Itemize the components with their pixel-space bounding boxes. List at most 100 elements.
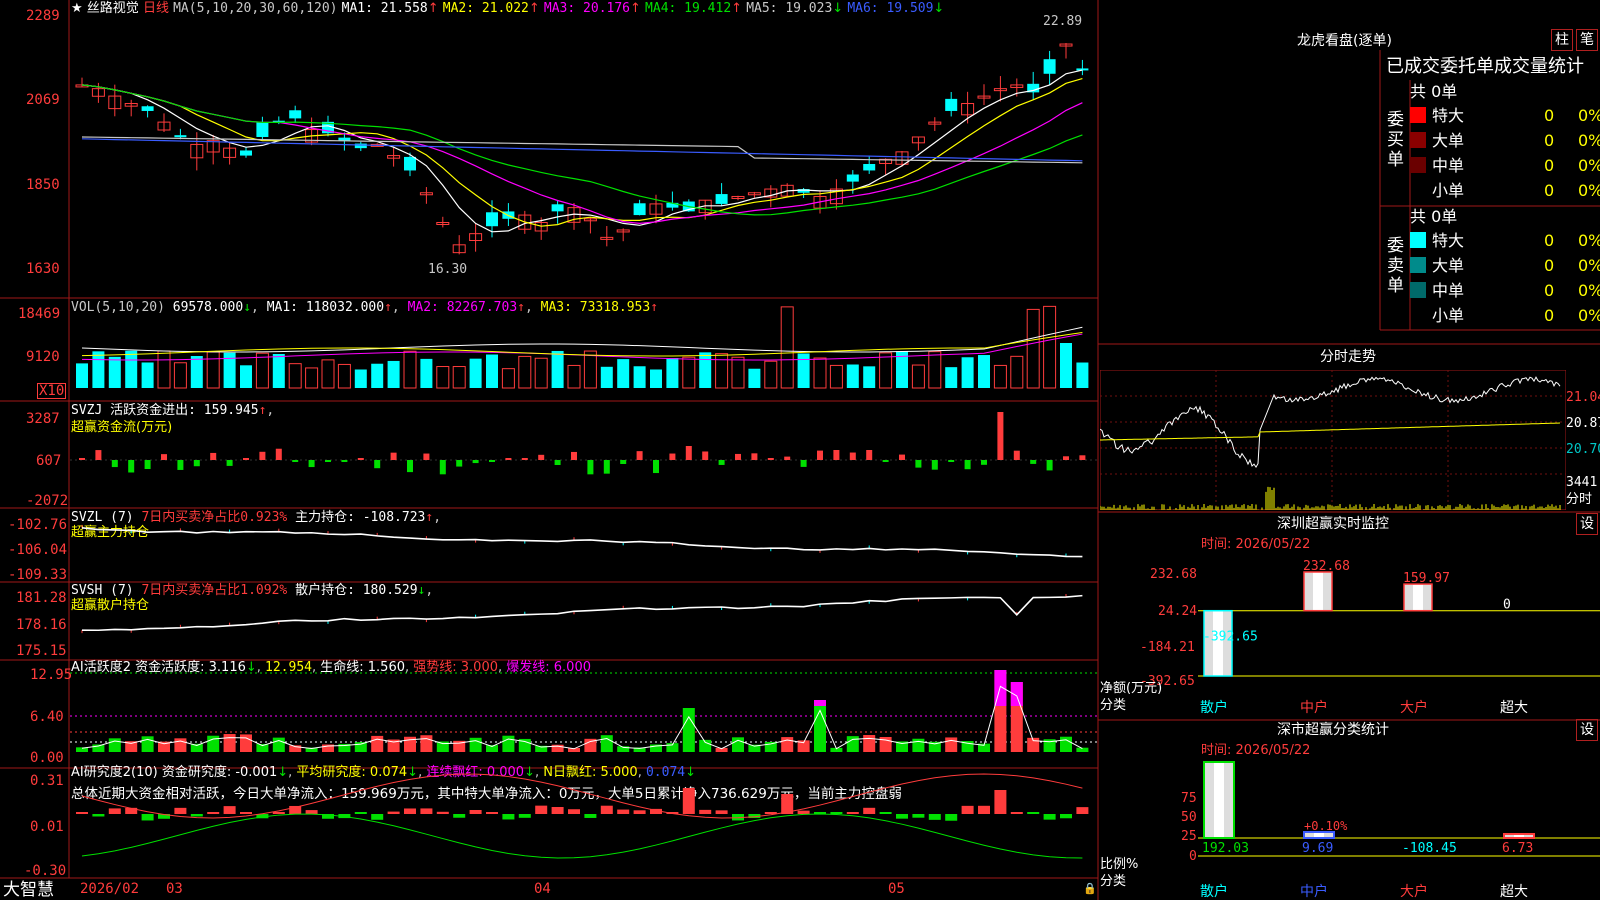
sz-class-axis-2: 50: [1181, 810, 1197, 825]
bar-highlight: [1214, 762, 1224, 838]
volume-bar: [157, 350, 171, 389]
ai-research-bar: [797, 810, 810, 814]
price-axis-3: 1850: [26, 177, 60, 193]
star-icon[interactable]: ★: [71, 1, 83, 16]
ma4-arrow: ↑: [731, 1, 743, 16]
svzj-bar: [784, 456, 791, 460]
volume-bar: [863, 366, 876, 388]
brand-logo[interactable]: 大智慧: [3, 880, 54, 900]
volume-bar: [764, 360, 778, 389]
dragon-subtitle: 已成交委托单成交量统计: [1386, 56, 1584, 77]
svzj-bar: [275, 448, 282, 460]
candle-down: [1043, 59, 1056, 74]
svzj-bar: [1063, 456, 1069, 460]
svzj-bar: [882, 460, 889, 462]
ai-research-bar: [486, 812, 498, 814]
svzj-bar: [161, 454, 167, 460]
volume-bar: [518, 355, 532, 389]
ai-research-axis-2: 0.01: [30, 819, 64, 835]
volume-bar: [321, 359, 335, 389]
sz-class-ylabel: 比例%: [1100, 857, 1139, 872]
ai-research-bar: [76, 812, 88, 814]
volume-bar: [387, 360, 400, 388]
volume-bar: [633, 366, 646, 388]
ai-research-bar: [830, 812, 843, 814]
bar-value-label: -108.45: [1402, 841, 1457, 856]
intraday-chart[interactable]: [1100, 370, 1566, 510]
svzj-bar: [95, 450, 102, 460]
svzj-bar: [636, 451, 643, 460]
svzj-bar: [1013, 450, 1020, 460]
ai-active-bar: [371, 735, 384, 752]
lock-icon[interactable]: 🔒: [1083, 882, 1097, 896]
volume-bar: [92, 351, 105, 388]
intraday-vol-label: 3441: [1566, 475, 1598, 490]
category-label: 超大: [1500, 700, 1528, 716]
bar-top-label: +0.10%: [1304, 819, 1348, 833]
volume-bar: [173, 362, 187, 389]
legend-swatch: [1410, 157, 1426, 173]
vol-unit[interactable]: X10: [37, 383, 67, 399]
volume-bar: [108, 356, 121, 388]
svzj-bar-chart[interactable]: [70, 404, 1098, 508]
volume-bar: [452, 366, 466, 389]
volume-bar: [1060, 343, 1072, 388]
stock-name[interactable]: 丝路视觉: [87, 1, 139, 16]
sz-class-settings-button[interactable]: 设: [1576, 719, 1598, 741]
candle-down: [715, 194, 728, 204]
order-percent: 0%: [1578, 231, 1600, 250]
volume-bar: [928, 351, 942, 389]
svzl-line-chart[interactable]: [70, 510, 1098, 582]
bar-value-label: 159.97: [1403, 571, 1450, 586]
candle-down: [486, 212, 498, 227]
svzj-bar: [292, 460, 299, 462]
volume-bar: [978, 355, 990, 388]
volume-bar: [1043, 305, 1057, 389]
ai-active-chart[interactable]: [70, 660, 1098, 768]
candlestick-chart[interactable]: [70, 18, 1098, 298]
order-count: 0: [1544, 156, 1555, 175]
svzj-bar: [833, 450, 840, 460]
bar-view-button[interactable]: 柱: [1551, 29, 1573, 51]
ai-research-bar: [518, 814, 531, 818]
bar-value-label: -392.65: [1203, 630, 1258, 645]
ma5-arrow: ↓: [832, 1, 844, 16]
volume-bar: [945, 367, 958, 388]
candle-down: [945, 98, 958, 111]
svzj-bar: [554, 460, 561, 466]
svzj-bar: [308, 460, 315, 468]
category-label: 散户: [1200, 883, 1228, 900]
svzj-bar: [243, 458, 249, 460]
period-label[interactable]: 日线: [143, 1, 169, 16]
volume-bar: [288, 363, 302, 389]
order-size-label: 大单: [1432, 131, 1465, 150]
ma4-value: MA4: 19.412: [645, 1, 732, 16]
ai-research-bar: [1060, 814, 1072, 819]
sz-class-xlabel: 分类: [1100, 874, 1127, 889]
buy-row-1: 大单 0 0%: [1410, 129, 1600, 153]
volume-bar: [797, 353, 810, 388]
sell-total: 共 0单: [1410, 207, 1458, 226]
sz-class-bar-chart[interactable]: 192.03 散户 +0.10% 9.69 中户 -108.45 大户 6.73 超大: [1198, 760, 1600, 900]
svzj-bar: [866, 450, 873, 460]
ai-research-chart[interactable]: [70, 766, 1098, 878]
svzj-bar: [653, 460, 659, 474]
price-axis-2: 2069: [26, 92, 60, 108]
ai-active-axis-1: 12.95: [30, 667, 73, 683]
svsh-line-chart[interactable]: [70, 584, 1098, 660]
intraday-axis-2: 20.87: [1566, 416, 1600, 431]
ai-research-bar: [141, 814, 154, 821]
ai-research-bar: [551, 807, 564, 814]
date-label-1: 2026/02: [80, 881, 140, 897]
sz-monitor-bar-chart[interactable]: -392.65 散户 232.68 中户 159.97 大户 0 超大: [1198, 560, 1600, 720]
tick-view-button[interactable]: 笔: [1576, 29, 1598, 51]
svsh-axis-1: 181.28: [16, 590, 67, 606]
ai-active-peak: [814, 700, 826, 706]
volume-bar: [1026, 308, 1040, 389]
sz-monitor-settings-button[interactable]: 设: [1576, 513, 1598, 535]
ai-active-bar: [912, 738, 925, 752]
svzj-bar: [1030, 460, 1037, 464]
volume-chart[interactable]: [70, 300, 1098, 400]
svzj-bar: [899, 454, 905, 460]
ai-active-bar: [272, 737, 285, 752]
